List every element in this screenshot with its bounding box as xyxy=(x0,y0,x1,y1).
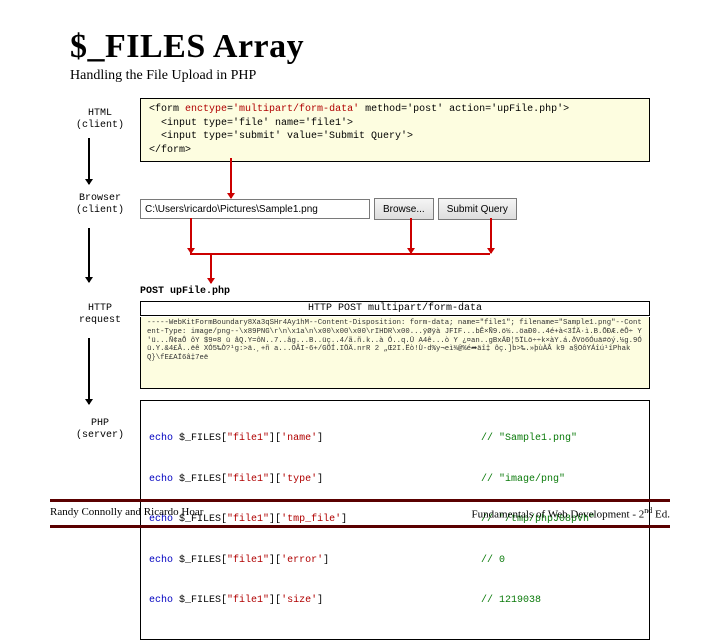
t: </form> xyxy=(149,145,191,156)
file-path-input[interactable]: C:\Users\ricardo\Pictures\Sample1.png xyxy=(140,199,370,219)
stage-http: HTTP request xyxy=(70,303,130,327)
t: <input type='submit' value='Submit Query… xyxy=(149,131,413,142)
stage-title: HTML xyxy=(70,108,130,120)
t: 'multipart/form-data' xyxy=(233,104,359,115)
arrow-http-php xyxy=(88,338,90,404)
stage-title: Browser xyxy=(70,193,130,205)
red-arrow-b xyxy=(410,218,412,253)
arrow-browser-http xyxy=(88,228,90,282)
c: // "image/png" xyxy=(481,473,641,487)
submit-button[interactable]: Submit Query xyxy=(438,198,517,220)
c: // 1219038 xyxy=(481,594,641,608)
browse-button[interactable]: Browse... xyxy=(374,198,434,220)
red-arrow-form xyxy=(230,158,232,198)
footer: Randy Connolly and Ricardo Hoar Fundamen… xyxy=(50,499,670,528)
red-arrow-a xyxy=(190,218,192,253)
stage-html: HTML (client) xyxy=(70,108,130,132)
red-horiz xyxy=(190,253,490,255)
footer-right: Fundamentals of Web Development - 2nd Ed… xyxy=(472,506,670,521)
red-arrow-down xyxy=(210,253,212,283)
stage-php: PHP (server) xyxy=(70,418,130,442)
multipart-label: HTTP POST multipart/form-data xyxy=(308,303,482,314)
stage-title: PHP xyxy=(70,418,130,430)
t: <form xyxy=(149,104,185,115)
t: enctype xyxy=(185,104,227,115)
stage-sub: (client) xyxy=(70,205,130,217)
post-line: POST POST upFile.phpupFile.php xyxy=(140,286,230,297)
slide-subtitle: Handling the File Upload in PHP xyxy=(70,68,670,84)
stage-sub: request xyxy=(70,315,130,327)
flow-diagram: HTML (client) <form enctype='multipart/f… xyxy=(70,98,660,488)
stage-browser: Browser (client) xyxy=(70,193,130,217)
t: method='post' action='upFile.php'> xyxy=(359,104,569,115)
fr-a: Fundamentals of Web Development - 2 xyxy=(472,509,645,521)
c: // 0 xyxy=(481,554,641,568)
html-code-box: <form enctype='multipart/form-data' meth… xyxy=(140,98,650,162)
arrow-html-browser xyxy=(88,138,90,184)
c: // "Sample1.png" xyxy=(481,432,641,446)
t: <input type='file' name='file1'> xyxy=(149,118,353,129)
stage-title: HTTP xyxy=(70,303,130,315)
slide-title: $_FILES Array xyxy=(70,28,670,66)
http-header-box: HTTP POST multipart/form-data xyxy=(140,301,650,316)
red-arrow-c xyxy=(490,218,492,253)
stage-sub: (client) xyxy=(70,120,130,132)
browser-upload-ui: C:\Users\ricardo\Pictures\Sample1.png Br… xyxy=(140,198,517,220)
footer-left: Randy Connolly and Ricardo Hoar xyxy=(50,506,203,521)
stage-sub: (server) xyxy=(70,430,130,442)
http-body-box: -----WebKitFormBoundary8Xa3qSHr4Ay1hM--C… xyxy=(140,317,650,389)
fr-b: Ed. xyxy=(652,509,670,521)
